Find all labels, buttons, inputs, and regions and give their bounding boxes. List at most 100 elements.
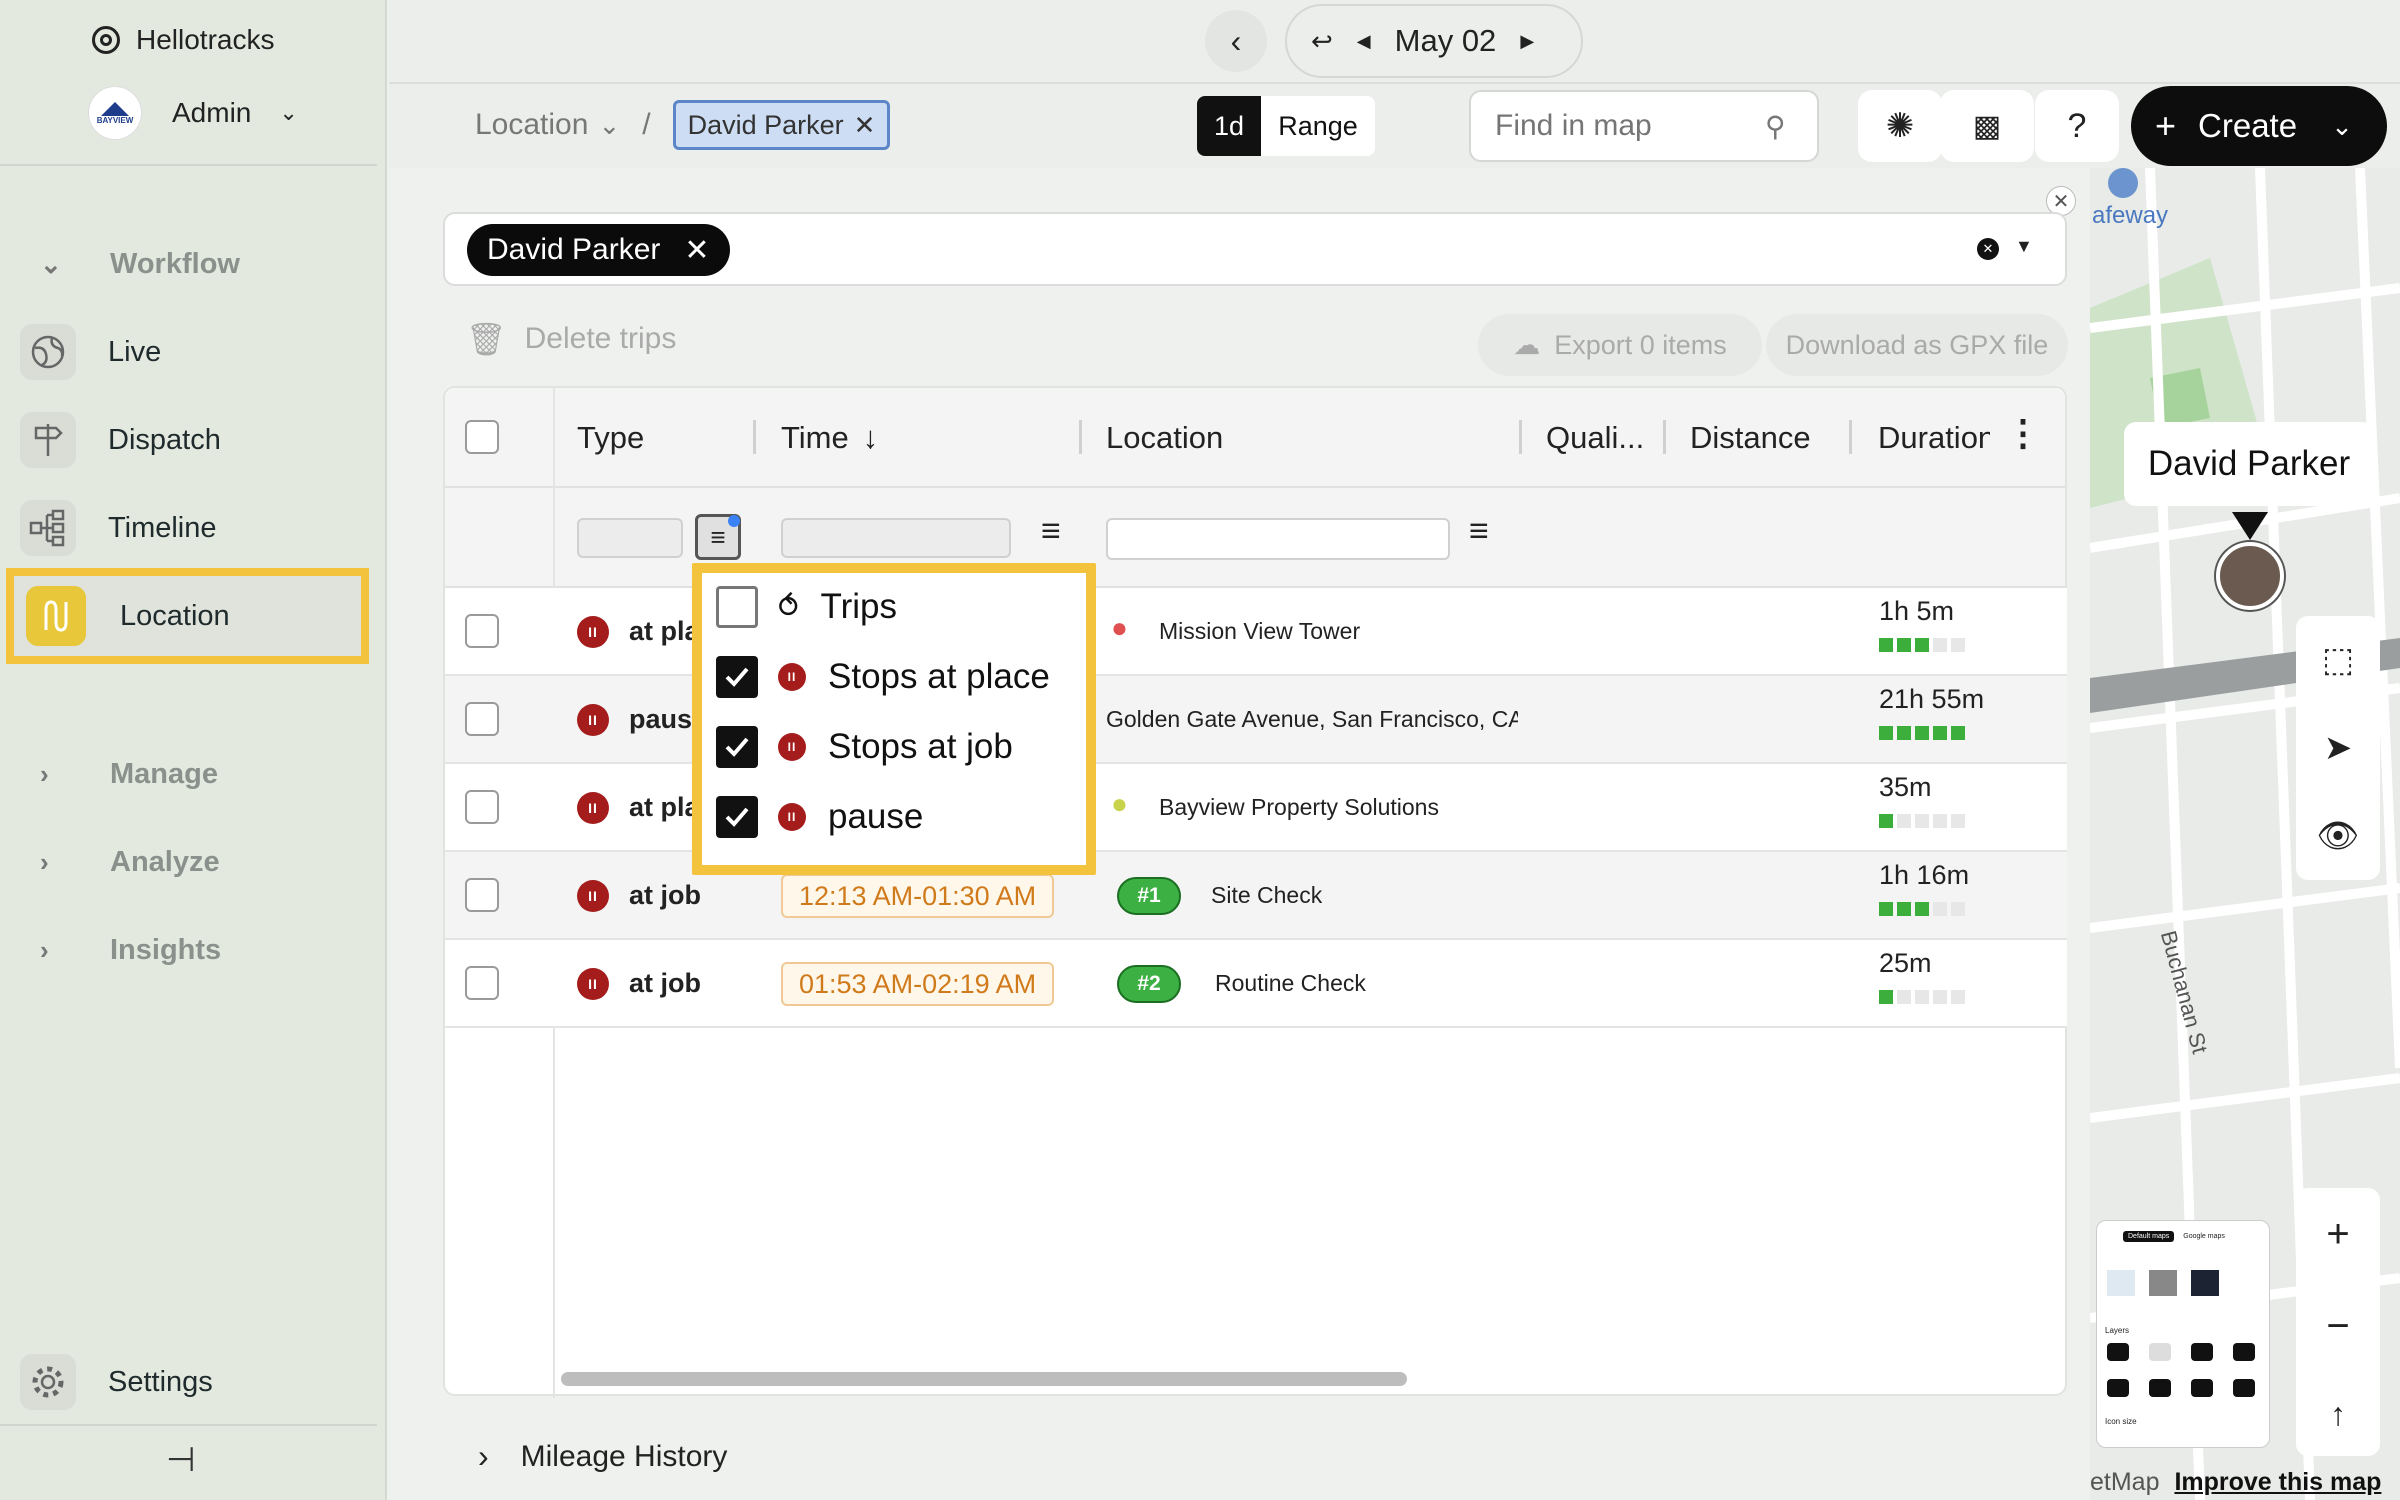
create-button[interactable]: + Create ⌄ (2131, 86, 2387, 166)
sidebar-item-dispatch[interactable]: Dispatch (20, 408, 360, 472)
duration-bar-segment (1897, 638, 1911, 652)
select-area-icon[interactable]: ⬚ (2322, 640, 2354, 680)
mode-range-button[interactable]: Range (1261, 96, 1375, 156)
header-location[interactable]: Location (1106, 388, 1223, 488)
table-row[interactable]: II at place ● Bayview Property Solutions… (445, 764, 2067, 852)
row-checkbox[interactable] (465, 702, 499, 736)
north-arrow-icon[interactable]: ↑ (2330, 1396, 2346, 1433)
messages-button[interactable]: ▩ (1940, 90, 2034, 162)
map-tools: ⬚ ➤ 👁 (2296, 616, 2380, 880)
header-duration[interactable]: Duration (1878, 388, 1990, 488)
mini-tab-default: Default maps (2123, 1231, 2175, 1242)
row-location: Routine Check (1215, 970, 1366, 996)
horizontal-scrollbar[interactable] (561, 1372, 1407, 1386)
chevron-left-icon: ‹ (1230, 22, 1242, 59)
pause-icon: II (577, 704, 609, 736)
filter-option-stops-at-place[interactable]: II Stops at place (716, 649, 1050, 705)
map[interactable]: afeway Buchanan St David Parker ⬚ ➤ 👁 De… (2090, 168, 2400, 1500)
checkbox-checked-icon[interactable] (716, 656, 758, 698)
row-type: at job (629, 968, 701, 998)
sidebar-item-settings[interactable]: Settings (20, 1350, 360, 1414)
table-row[interactable]: II at place ● Mission View Tower 1h 5m (445, 588, 2067, 676)
header-distance[interactable]: Distance (1690, 388, 1811, 488)
header-quality[interactable]: Quali... (1546, 388, 1644, 488)
map-attribution: etMap Improve this map (2090, 1468, 2382, 1496)
select-all-checkbox[interactable] (465, 420, 499, 454)
checkbox-unchecked[interactable] (716, 586, 758, 628)
export-button[interactable]: ☁ Export 0 items (1478, 314, 1762, 376)
table-row[interactable]: II pause Golden Gate Avenue, San Francis… (445, 676, 2067, 764)
mileage-history-toggle[interactable]: › Mileage History (478, 1438, 727, 1475)
map-layers-preview[interactable]: Default maps Google maps Layers Icon siz… (2096, 1220, 2270, 1448)
type-filter-button[interactable]: ≡ (695, 514, 741, 560)
person-filter-chip[interactable]: David Parker ✕ (467, 224, 730, 276)
map-search-input[interactable] (1495, 109, 1765, 143)
download-gpx-button[interactable]: Download as GPX file (1766, 314, 2068, 376)
row-checkbox[interactable] (465, 614, 499, 648)
prev-period-button[interactable]: ‹ (1205, 10, 1267, 72)
pin-sidebar-icon[interactable]: ⊣ (166, 1440, 196, 1480)
hellotracks-logo-icon (92, 26, 120, 54)
table-row[interactable]: II at job 01:53 AM-02:19 AM #2 Routine C… (445, 940, 2067, 1028)
row-checkbox[interactable] (465, 790, 499, 824)
clear-filter-icon[interactable]: ✕ (1977, 238, 1999, 260)
reset-date-icon[interactable]: ↩ (1311, 26, 1333, 57)
person-map-label[interactable]: David Parker (2124, 422, 2374, 506)
close-icon[interactable]: ✕ (854, 110, 876, 141)
account-switcher[interactable]: BAYVIEW Admin ⌄ (88, 86, 298, 140)
filter-option-stops-at-job[interactable]: II Stops at job (716, 719, 1013, 775)
type-filter-input[interactable] (577, 518, 683, 558)
section-analyze[interactable]: › Analyze (40, 846, 220, 879)
duration-bar-segment (1915, 814, 1929, 828)
person-marker-avatar[interactable] (2216, 542, 2284, 610)
time-filter-input[interactable] (781, 518, 1011, 558)
map-search: ⚲ (1469, 90, 1819, 162)
filter-icon[interactable]: ≡ (1041, 512, 1061, 551)
location-filter-input[interactable] (1106, 518, 1450, 560)
delete-trips-button[interactable]: 🗑 Delete trips (466, 320, 676, 358)
sidebar-item-location[interactable]: Location (6, 568, 369, 664)
row-checkbox[interactable] (465, 966, 499, 1000)
prev-day-icon[interactable]: ◀ (1357, 31, 1371, 52)
mode-1d-button[interactable]: 1d (1197, 96, 1261, 156)
row-duration: 1h 16m (1879, 860, 1970, 890)
row-checkbox[interactable] (465, 878, 499, 912)
job-badge: #2 (1117, 965, 1181, 1003)
breadcrumb-chip[interactable]: David Parker ✕ (672, 100, 891, 150)
header-time[interactable]: Time ↓ (781, 388, 878, 488)
duration-bar-segment (1897, 902, 1911, 916)
close-icon[interactable]: ✕ (684, 233, 709, 268)
help-button[interactable]: ? (2035, 90, 2119, 162)
header-type[interactable]: Type (577, 388, 644, 488)
job-badge: #1 (1117, 877, 1181, 915)
zoom-out-icon[interactable]: − (2326, 1304, 2349, 1349)
type-filter-dropdown: ⥀ Trips II Stops at place II Stops at jo… (692, 563, 1096, 875)
eye-icon[interactable]: 👁 (2316, 816, 2359, 856)
sidebar-item-live[interactable]: Live (20, 320, 360, 384)
table-row[interactable]: II at job 12:13 AM-01:30 AM #1 Site Chec… (445, 852, 2067, 940)
section-workflow[interactable]: ⌄ Workflow (40, 248, 240, 281)
filter-option-trips[interactable]: ⥀ Trips (716, 579, 897, 635)
date-label[interactable]: May 02 (1395, 23, 1497, 59)
improve-map-link[interactable]: Improve this map (2174, 1468, 2381, 1496)
trash-icon: 🗑 (466, 321, 507, 357)
section-insights[interactable]: › Insights (40, 934, 221, 967)
person-filter[interactable]: David Parker ✕ ✕ ▼ (443, 212, 2067, 286)
next-day-icon[interactable]: ▶ (1520, 31, 1534, 52)
filter-option-pause[interactable]: II pause (716, 789, 923, 845)
top-bar: ‹ ↩ ◀ May 02 ▶ Location ⌄ / David Parker… (389, 0, 2400, 168)
openai-icon: ✺ (1885, 107, 1915, 145)
add-place-icon[interactable]: ➤ (2324, 728, 2353, 768)
section-manage[interactable]: › Manage (40, 758, 218, 791)
column-menu-icon[interactable]: ⋮ (2005, 412, 2041, 454)
checkbox-checked-icon[interactable] (716, 796, 758, 838)
sidebar-item-timeline[interactable]: Timeline (20, 496, 360, 560)
ai-assistant-button[interactable]: ✺ (1858, 90, 1942, 162)
zoom-in-icon[interactable]: + (2326, 1212, 2349, 1257)
caret-down-icon[interactable]: ▼ (2015, 236, 2033, 257)
filter-icon[interactable]: ≡ (1469, 512, 1489, 551)
table-header (445, 388, 2065, 488)
row-time: 12:13 AM-01:30 AM (781, 874, 1055, 918)
breadcrumb-root[interactable]: Location (475, 108, 588, 142)
checkbox-checked-icon[interactable] (716, 726, 758, 768)
